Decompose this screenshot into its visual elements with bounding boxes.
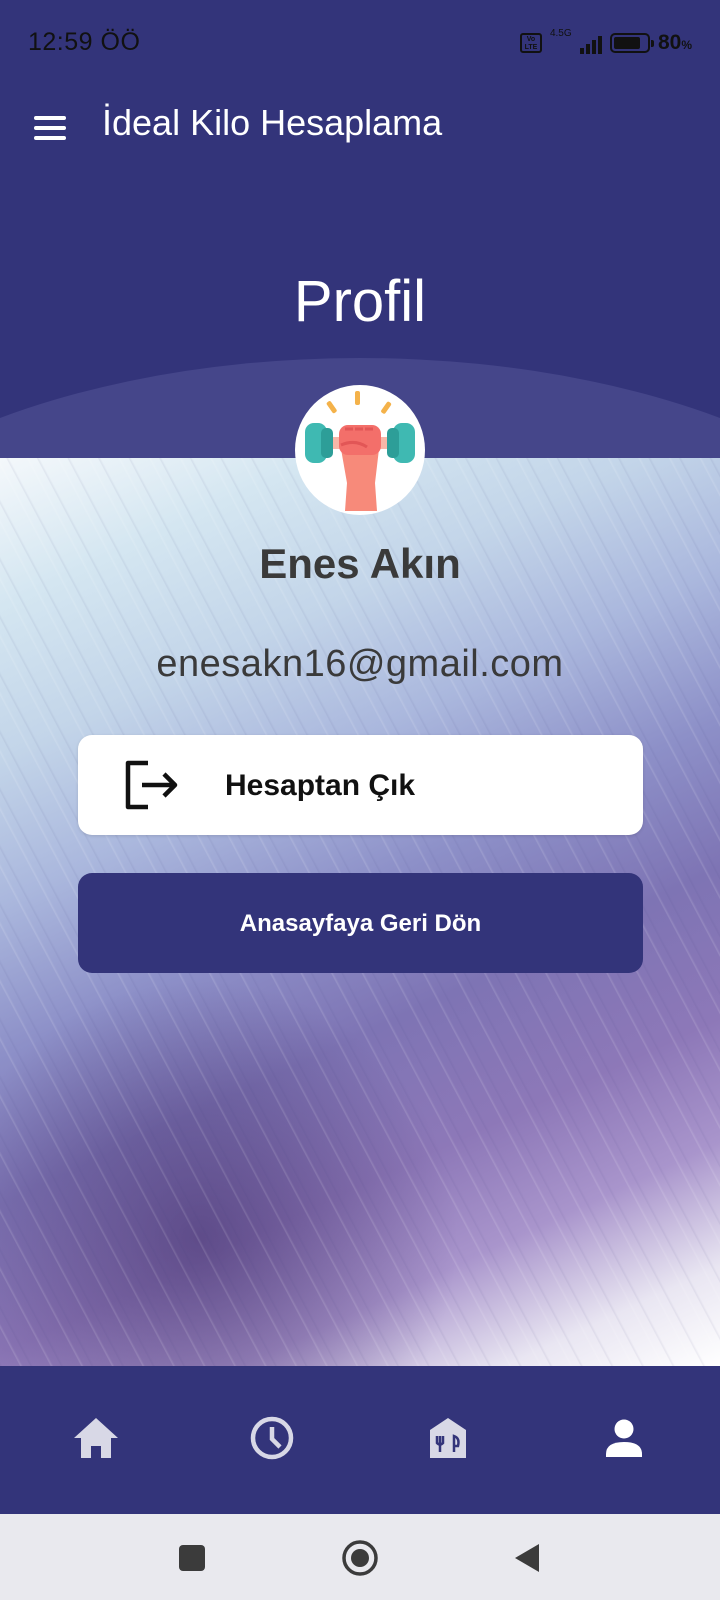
restaurant-icon bbox=[430, 1418, 466, 1458]
status-icons: Vo LTE 4.5G 80% bbox=[519, 28, 692, 58]
nav-history[interactable] bbox=[240, 1406, 304, 1470]
logout-label: Hesaptan Çık bbox=[225, 769, 416, 802]
signal-icon: 4.5G bbox=[549, 28, 602, 56]
user-email: enesakn16@gmail.com bbox=[156, 643, 564, 685]
back-to-home-label: Anasayfaya Geri Dön bbox=[239, 910, 482, 937]
back-triangle-icon bbox=[515, 1544, 539, 1572]
user-name: Enes Akın bbox=[259, 540, 461, 587]
back-to-home-button[interactable]: Anasayfaya Geri Dön bbox=[78, 873, 643, 973]
app-bar: İdeal Kilo Hesaplama bbox=[0, 88, 720, 168]
clock-icon bbox=[250, 1416, 294, 1460]
fist-dumbbell-icon bbox=[305, 391, 415, 511]
recents-square-icon bbox=[179, 1545, 205, 1571]
hamburger-menu-icon[interactable] bbox=[30, 110, 70, 146]
logout-button[interactable]: Hesaptan Çık bbox=[78, 735, 643, 835]
network-type: 4.5G bbox=[549, 28, 572, 39]
bottom-navigation bbox=[0, 1366, 720, 1514]
status-time: 12:59 ÖÖ bbox=[28, 28, 141, 56]
battery-icon bbox=[609, 33, 654, 53]
home-icon bbox=[74, 1418, 118, 1458]
status-bar: 12:59 ÖÖ Vo LTE 4.5G 80% bbox=[0, 0, 720, 88]
system-navigation-bar bbox=[0, 1514, 720, 1600]
system-home-button[interactable] bbox=[340, 1538, 380, 1583]
avatar bbox=[295, 385, 425, 515]
battery-percentage: 80% bbox=[657, 31, 692, 54]
home-circle-icon bbox=[342, 1540, 378, 1576]
person-icon bbox=[606, 1419, 642, 1457]
nav-diet[interactable] bbox=[416, 1406, 480, 1470]
back-button[interactable] bbox=[512, 1542, 542, 1579]
volte-icon: Vo LTE bbox=[519, 33, 542, 53]
app-title: İdeal Kilo Hesaplama bbox=[102, 102, 443, 143]
page-title: Profil bbox=[293, 269, 427, 334]
nav-home[interactable] bbox=[64, 1406, 128, 1470]
recents-button[interactable] bbox=[178, 1544, 206, 1577]
logout-icon bbox=[125, 760, 178, 810]
nav-profile[interactable] bbox=[592, 1406, 656, 1470]
